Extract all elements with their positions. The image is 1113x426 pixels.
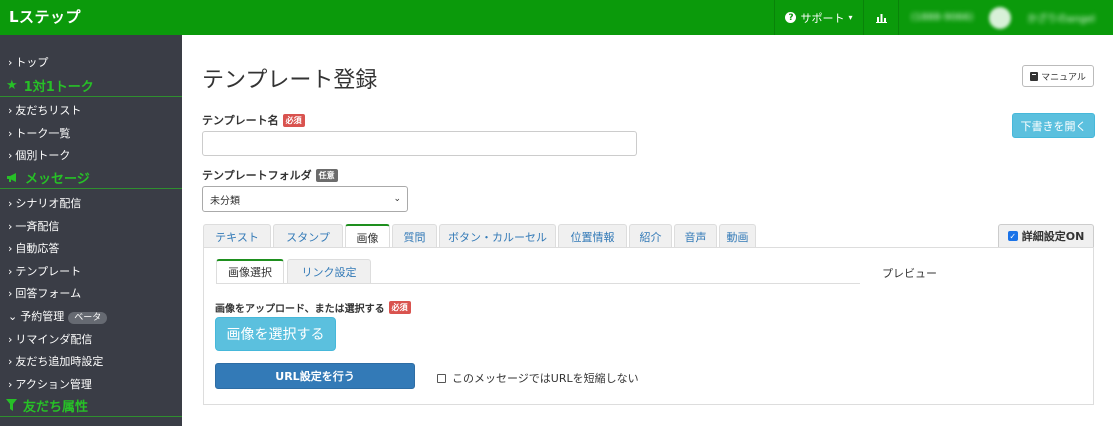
no-shorten-checkbox[interactable] [437, 373, 446, 383]
sidebar-item-auto-reply[interactable]: › 自動応答 [8, 240, 59, 256]
sidebar-item-reservation[interactable]: ⌄ 予約管理 ベータ [8, 308, 108, 324]
account-id: (1888-9066) [911, 12, 974, 23]
sidebar: › トップ ★ 1対1トーク › 友だちリスト › トーク一覧 › 個別トーク メッセージ… [0, 35, 182, 426]
image-subtabs: 画像選択 リンク設定 [216, 259, 374, 283]
tab-video[interactable]: 動画 [719, 224, 756, 248]
sidebar-item-scenario[interactable]: › シナリオ配信 [8, 195, 81, 211]
tab-introduction[interactable]: 紹介 [629, 224, 672, 248]
sidebar-section-attributes: 友だち属性 [0, 394, 182, 417]
sidebar-section-talk: ★ 1対1トーク [0, 74, 182, 97]
account-name: かざりのangel [1027, 14, 1096, 25]
book-icon [1030, 71, 1039, 81]
account-menu[interactable]: (1888-9066) かざりのangel [898, 0, 1113, 35]
template-name-input[interactable] [202, 131, 637, 156]
select-image-button[interactable]: 画像を選択する [215, 317, 336, 351]
top-bar: Lステップ ? サポート ▾ (1888-9066) かざりのangel [0, 0, 1113, 35]
template-name-label: テンプレート名 必須 [202, 112, 305, 128]
beta-badge: ベータ [68, 312, 108, 324]
sidebar-item-action[interactable]: › アクション管理 [8, 376, 92, 392]
sidebar-item-answer-form[interactable]: › 回答フォーム [8, 285, 81, 301]
sidebar-item-individual-talk[interactable]: › 個別トーク [8, 147, 70, 163]
sidebar-item-friend-list[interactable]: › 友だちリスト [8, 102, 81, 118]
tab-stamp[interactable]: スタンプ [273, 224, 343, 248]
tab-button-carousel[interactable]: ボタン・カルーセル [439, 224, 556, 248]
preview-label: プレビュー [882, 267, 937, 280]
megaphone-icon [7, 172, 16, 182]
manual-button[interactable]: マニュアル [1022, 65, 1094, 87]
help-icon: ? [785, 12, 797, 23]
stats-button[interactable] [863, 0, 898, 35]
sidebar-item-broadcast[interactable]: › 一斉配信 [8, 218, 59, 234]
detail-settings-toggle[interactable]: ✓ 詳細設定ON [998, 224, 1094, 247]
subtab-divider [216, 283, 860, 284]
sidebar-item-reminder[interactable]: › リマインダ配信 [8, 331, 92, 347]
subtab-image-select[interactable]: 画像選択 [216, 259, 284, 283]
filter-icon [6, 399, 17, 411]
checkbox-checked-icon: ✓ [1007, 231, 1018, 241]
sidebar-item-talk-list[interactable]: › トーク一覧 [8, 125, 70, 141]
upload-label: 画像をアップロード、または選択する 必須 [215, 300, 411, 315]
no-shorten-url-option[interactable]: このメッセージではURLを短縮しない [437, 370, 639, 386]
tab-text[interactable]: テキスト [203, 224, 271, 248]
template-folder-label: テンプレートフォルダ 任意 [202, 167, 338, 183]
required-badge: 必須 [388, 301, 411, 314]
page-title: テンプレート登録 [202, 68, 378, 93]
tab-question[interactable]: 質問 [392, 224, 437, 248]
subtab-link-settings[interactable]: リンク設定 [287, 259, 371, 283]
caret-down-icon: ▾ [848, 13, 853, 22]
star-icon: ★ [6, 77, 18, 93]
tab-image[interactable]: 画像 [345, 224, 390, 249]
message-type-tabs: テキスト スタンプ 画像 質問 ボタン・カルーセル 位置情報 紹介 音声 動画 [203, 224, 758, 249]
sidebar-item-friend-add-settings[interactable]: › 友だち追加時設定 [8, 353, 103, 369]
avatar [989, 6, 1012, 29]
template-folder-select[interactable]: 未分類 ⌄ [202, 186, 408, 212]
sidebar-item-top[interactable]: › トップ [8, 54, 48, 70]
bar-chart-icon [875, 13, 887, 23]
no-shorten-label: このメッセージではURLを短縮しない [452, 372, 639, 385]
url-settings-button[interactable]: URL設定を行う [215, 363, 415, 389]
app-logo[interactable]: Lステップ [9, 6, 81, 27]
required-badge: 必須 [282, 113, 305, 127]
sidebar-section-message: メッセージ [0, 166, 182, 189]
support-menu[interactable]: ? サポート ▾ [774, 0, 863, 35]
sidebar-item-template[interactable]: › テンプレート [8, 263, 81, 279]
chevron-down-icon: ⌄ [393, 194, 401, 204]
tab-location[interactable]: 位置情報 [558, 224, 627, 248]
open-draft-button[interactable]: 下書きを開く [1012, 113, 1095, 138]
tab-audio[interactable]: 音声 [674, 224, 717, 248]
optional-badge: 任意 [315, 168, 338, 182]
support-label: サポート [800, 11, 845, 25]
